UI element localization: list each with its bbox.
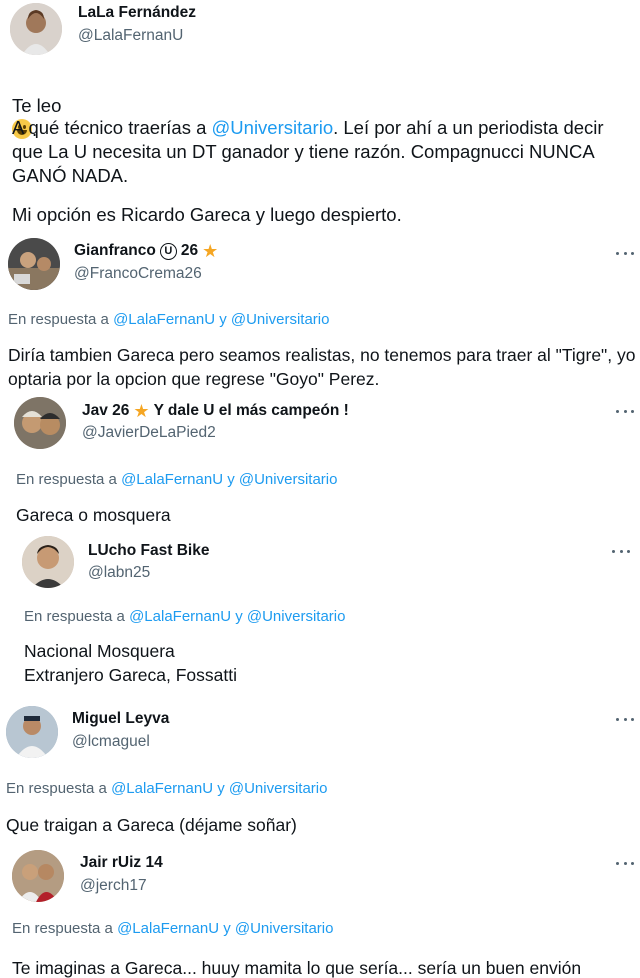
reply-context: En respuesta a @LalaFernanU y @Universit… — [8, 311, 329, 328]
reply-context: En respuesta a @LalaFernanU y @Universit… — [12, 920, 333, 937]
tweet-text: Que traigan a Gareca (déjame soñar) — [6, 815, 297, 835]
avatar[interactable] — [14, 397, 66, 449]
tweet-text-line1: Te leo — [12, 95, 62, 116]
author-name-text: Jav 26 — [82, 402, 130, 419]
reply-and: y — [217, 780, 225, 797]
more-options-icon[interactable] — [612, 712, 638, 726]
reply-mention-universitario[interactable]: @Universitario — [247, 608, 346, 625]
mention-link[interactable]: @Universitario — [212, 117, 334, 138]
reply-prefix: En respuesta a — [6, 780, 107, 797]
tweet-text: Diría tambien Gareca pero seamos realist… — [8, 345, 636, 389]
reply-mention-universitario[interactable]: @Universitario — [235, 920, 334, 937]
author-name-text: Gianfranco — [74, 242, 156, 259]
more-options-icon[interactable] — [612, 404, 638, 418]
reply-mention-universitario[interactable]: @Universitario — [229, 780, 328, 797]
author-handle[interactable]: @FrancoCrema26 — [74, 265, 202, 283]
author-name-suffix: Y dale U el más campeón ! — [153, 402, 349, 419]
reply-prefix: En respuesta a — [12, 920, 113, 937]
author-name[interactable]: Miguel Leyva — [72, 710, 169, 728]
reply-context: En respuesta a @LalaFernanU y @Universit… — [16, 471, 337, 488]
reply-prefix: En respuesta a — [24, 608, 125, 625]
avatar-photo-icon — [6, 706, 58, 758]
more-options-icon[interactable] — [608, 544, 634, 558]
reply-and: y — [219, 311, 227, 328]
author-name[interactable]: Jair rUiz 14 — [80, 854, 163, 872]
author-name[interactable]: LUcho Fast Bike — [88, 542, 209, 560]
tweet-jair: Jair rUiz 14 @jerch17 En respuesta a @La… — [0, 840, 640, 978]
star-icon: ★ — [133, 401, 150, 421]
author-name[interactable]: LaLa Fernández — [78, 4, 196, 22]
author-name-suffix: 26 — [180, 242, 199, 259]
avatar[interactable] — [8, 238, 60, 290]
avatar[interactable] — [10, 3, 62, 55]
avatar[interactable] — [6, 706, 58, 758]
avatar[interactable] — [12, 850, 64, 902]
tweet-text-paragraph: A qué técnico traerías a @Universitario.… — [12, 116, 634, 188]
avatar[interactable] — [22, 536, 74, 588]
reply-and: y — [227, 471, 235, 488]
more-options-icon[interactable] — [612, 856, 638, 870]
reply-mention-lala[interactable]: @LalaFernanU — [113, 311, 215, 328]
tweet-gianfranco: Gianfranco U 26 ★ @FrancoCrema26 En resp… — [0, 236, 640, 396]
reply-prefix: En respuesta a — [8, 311, 109, 328]
avatar-photo-icon — [8, 238, 60, 290]
author-handle[interactable]: @labn25 — [88, 564, 150, 582]
tweet-jav: Jav 26 ★ Y dale U el más campeón ! @Javi… — [0, 396, 640, 528]
author-handle[interactable]: @LalaFernanU — [78, 27, 183, 45]
tweet-text: Gareca o mosquera — [16, 505, 171, 525]
avatar-photo-icon — [14, 397, 66, 449]
tweet-text-prefix: A qué técnico traerías a — [12, 117, 212, 138]
tweet-text: Nacional Mosquera Extranjero Gareca, Fos… — [24, 641, 237, 685]
reply-mention-universitario[interactable]: @Universitario — [239, 471, 338, 488]
avatar-photo-icon — [12, 850, 64, 902]
author-name[interactable]: Gianfranco U 26 ★ — [74, 242, 218, 260]
author-handle[interactable]: @JavierDeLaPied2 — [82, 424, 216, 442]
reply-context: En respuesta a @LalaFernanU y @Universit… — [6, 780, 327, 797]
reply-mention-lala[interactable]: @LalaFernanU — [111, 780, 213, 797]
tweet-text-paragraph-2: Mi opción es Ricardo Gareca y luego desp… — [12, 204, 402, 225]
tweet-text: Te imaginas a Gareca... huuy mamita lo q… — [12, 958, 582, 978]
author-name[interactable]: Jav 26 ★ Y dale U el más campeón ! — [82, 402, 349, 420]
universitario-u-icon: U — [159, 242, 177, 260]
reply-mention-universitario[interactable]: @Universitario — [231, 311, 330, 328]
avatar-photo-icon — [22, 536, 74, 588]
reply-and: y — [223, 920, 231, 937]
reply-mention-lala[interactable]: @LalaFernanU — [117, 920, 219, 937]
reply-and: y — [235, 608, 243, 625]
reply-context: En respuesta a @LalaFernanU y @Universit… — [24, 608, 345, 625]
reply-prefix: En respuesta a — [16, 471, 117, 488]
author-handle[interactable]: @jerch17 — [80, 877, 147, 895]
avatar-photo-icon — [10, 3, 62, 55]
tweet-miguel: Miguel Leyva @lcmaguel En respuesta a @L… — [0, 698, 640, 840]
reply-mention-lala[interactable]: @LalaFernanU — [129, 608, 231, 625]
reply-mention-lala[interactable]: @LalaFernanU — [121, 471, 223, 488]
tweet-lucho: LUcho Fast Bike @labn25 En respuesta a @… — [0, 528, 640, 698]
star-icon: ★ — [202, 241, 219, 261]
author-handle[interactable]: @lcmaguel — [72, 733, 150, 751]
tweet-lala: LaLa Fernández @LalaFernanU Te leo . A q… — [0, 0, 640, 236]
more-options-icon[interactable] — [612, 246, 638, 260]
